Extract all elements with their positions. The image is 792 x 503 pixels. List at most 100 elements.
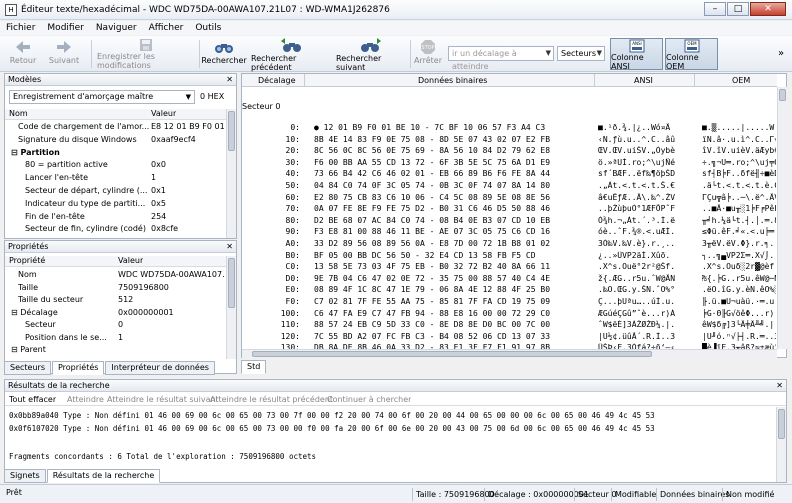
- hex-row-oem[interactable]: ÷.╗¬U═.ro;^\uj╤Θ: [702, 158, 776, 167]
- models-row-value[interactable]: 0x8cfe: [151, 224, 225, 233]
- properties-row-name[interactable]: Taille du secteur: [18, 295, 115, 304]
- hex-row-ansi[interactable]: ž{.ÆG..r5u.ˆW@ÄN: [598, 274, 690, 283]
- menu-afficher[interactable]: Afficher: [143, 23, 190, 33]
- tab-data-interpreter[interactable]: Interpréteur de données: [105, 361, 215, 375]
- hex-row-ansi[interactable]: ..þŽùþuÒ°1ÆFÕPˆF: [598, 204, 690, 213]
- models-row-name[interactable]: 80 = partition active: [25, 160, 149, 169]
- search-button[interactable]: Rechercher: [201, 38, 247, 70]
- hex-row-bytes[interactable]: 9E 7B 04 C6 47 02 0E 72 - 35 75 00 88 57…: [314, 274, 592, 283]
- models-row-value[interactable]: 254: [151, 212, 225, 221]
- hex-row-ansi[interactable]: .‰O.ŒG.y.ŠN.ˆO%°: [598, 285, 690, 294]
- toolbar-overflow-button[interactable]: »: [778, 48, 784, 59]
- hex-row-oem[interactable]: ╥╛h.¼ä└t.┤.│.═.δ: [702, 216, 776, 225]
- hex-row-oem[interactable]: ╟.ü.■U¬uàü.·═.u.: [702, 297, 776, 306]
- models-row-name[interactable]: Fin de l'en-tête: [25, 212, 149, 221]
- models-scrollbar[interactable]: [226, 109, 236, 238]
- properties-row-value[interactable]: 0x000000001: [118, 308, 225, 317]
- menu-fichier[interactable]: Fichier: [0, 23, 41, 33]
- properties-row-name[interactable]: ⊟ Décalage: [11, 308, 115, 317]
- hex-row-ansi[interactable]: ŒV.ŒV.uiŠV.„Òybè: [598, 146, 690, 155]
- continue-search-button[interactable]: Continuer à chercher: [327, 395, 411, 404]
- hex-row-bytes[interactable]: 0A 07 FE 8E F9 FE 75 D2 - B0 31 C6 46 D5…: [314, 204, 592, 213]
- models-row-name[interactable]: Secteur de fin, cylindre (codé): [25, 224, 149, 233]
- hex-row-oem[interactable]: ΓÇu╦â╞..─\.ë^.ÄV: [702, 193, 776, 202]
- models-row-name[interactable]: Lancer l'en-tête: [25, 173, 149, 182]
- tab-search-results[interactable]: Résultats de la recherche: [46, 469, 161, 483]
- hex-row-bytes[interactable]: 8B 4E 14 83 F9 0E 75 08 - 8D 5E 07 43 02…: [314, 135, 592, 144]
- hex-row-oem[interactable]: ■.▒.....|.....W: [702, 123, 776, 132]
- hex-row-ansi[interactable]: Ò¾h.¬„Àt.´.³.Í.ë: [598, 216, 690, 225]
- hex-row-bytes[interactable]: 33 D2 89 56 08 89 56 0A - E8 7D 00 72 1B…: [314, 239, 592, 248]
- properties-row-value[interactable]: 7509196800: [118, 283, 225, 292]
- hex-row-ansi[interactable]: sf´BÆF..ëf‰¶öþŠD: [598, 169, 690, 178]
- models-row-name[interactable]: Signature du disque Windows: [18, 135, 149, 144]
- hex-row-bytes[interactable]: D2 BE 68 07 AC 84 C0 74 - 08 B4 0E B3 07…: [314, 216, 592, 225]
- hex-row-bytes[interactable]: 73 66 B4 42 C6 46 02 01 - EB 66 89 B6 F6…: [314, 169, 592, 178]
- properties-col-name[interactable]: Propriété: [9, 256, 45, 265]
- units-select[interactable]: Secteurs ▼: [557, 46, 605, 61]
- hex-row-oem[interactable]: ╞G·Θ╟G√öêΦ...r)└: [702, 309, 776, 318]
- hex-horizontal-scrollbar[interactable]: [242, 349, 777, 358]
- hex-row-bytes[interactable]: C7 02 81 7F FE 55 AA 75 - 85 81 7F FA CD…: [314, 297, 592, 306]
- models-col-value[interactable]: Valeur: [151, 109, 176, 118]
- menu-outils[interactable]: Outils: [189, 23, 227, 33]
- hex-row-ansi[interactable]: ˆW$ëÉ]3ÀŽØŽÐ¼.|.: [598, 320, 690, 329]
- models-row-value[interactable]: E8 12 01 B9 F0 01...: [151, 122, 225, 131]
- hex-row-oem[interactable]: êW$δ╔]3└Ä╪Ä╨╝.|.: [702, 320, 776, 329]
- hex-row-bytes[interactable]: 13 58 5E 73 03 4F 75 EB - B0 32 72 B2 40…: [314, 262, 592, 271]
- hex-row-oem[interactable]: ïN.â·.u.ì^.C..Γ√: [702, 135, 776, 144]
- oem-column-toggle[interactable]: OEM Colonne OEM: [665, 38, 718, 71]
- hex-row-oem[interactable]: ₧{.╞G..r5u.êW@─N: [702, 274, 776, 283]
- hex-row-ansi[interactable]: â€uËƒÆ..Ä\.‰^.ŽV: [598, 193, 690, 202]
- hex-row-bytes[interactable]: 8C 56 0C 8C 56 0E 75 69 - 8A 56 10 84 D2…: [314, 146, 592, 155]
- properties-row-name[interactable]: ⊟ Parent: [11, 345, 115, 354]
- close-button[interactable]: ✕: [750, 2, 786, 16]
- tab-std[interactable]: Std: [241, 360, 267, 374]
- hex-row-oem[interactable]: ┐..╗▄VP2Σ═.X√⌡.: [702, 251, 776, 260]
- stop-button[interactable]: STOP Arrêter: [414, 38, 442, 70]
- close-icon[interactable]: ✕: [226, 241, 233, 252]
- hex-row-bytes[interactable]: E2 80 75 CB 83 C6 10 06 - C4 5C 08 89 5E…: [314, 193, 592, 202]
- hex-row-oem[interactable]: ≤Φü.êF.╛«.<.u╞═.: [702, 227, 776, 236]
- result-row-1[interactable]: 0x0bb89a040 Type : Non défini 01 46 00 6…: [9, 411, 655, 420]
- properties-scrollbar[interactable]: [226, 256, 236, 359]
- close-icon[interactable]: ✕: [226, 74, 233, 85]
- hex-col-offset[interactable]: Décalage: [258, 76, 296, 85]
- search-next-button[interactable]: Rechercher suivant: [336, 38, 406, 72]
- models-row-name[interactable]: ⊟ Partition: [11, 148, 149, 157]
- hex-row-oem[interactable]: .ëO.îG.y.èN.êO%░: [702, 285, 776, 294]
- hex-row-bytes[interactable]: F6 00 BB AA 55 CD 13 72 - 6F 3B 5E 5C 75…: [314, 158, 592, 167]
- properties-row-name[interactable]: Position dans le se...: [25, 333, 115, 342]
- properties-row-value[interactable]: WDC WD75DA-00AWA107...: [118, 270, 225, 279]
- models-row-value[interactable]: 1: [151, 173, 225, 182]
- properties-row-value[interactable]: 512: [118, 295, 225, 304]
- clear-all-button[interactable]: Tout effacer: [9, 395, 56, 404]
- hex-row-ansi[interactable]: ‹N.ƒù.u..^.C..âû: [598, 135, 690, 144]
- goto-result-button[interactable]: Atteindre: [67, 395, 104, 404]
- maximize-button[interactable]: □: [727, 2, 749, 16]
- hex-row-bytes[interactable]: BF 05 00 BB DC 56 50 - 32 E4 CD 13 58 FB…: [314, 251, 592, 260]
- models-col-name[interactable]: Nom: [9, 109, 28, 118]
- ansi-column-toggle[interactable]: ANSI Colonne ANSI: [610, 38, 663, 71]
- search-previous-button[interactable]: Rechercher précédent: [251, 38, 331, 72]
- hex-row-oem[interactable]: 3╥ëV.ëV.Φ}.r.╕..: [702, 239, 776, 248]
- template-select[interactable]: Enregistrement d'amorçage maître ▼: [9, 90, 195, 104]
- minimize-button[interactable]: –: [704, 2, 726, 16]
- hex-row-bytes[interactable]: C6 47 FA E9 C7 47 FB 94 - 88 E8 16 00 00…: [314, 309, 592, 318]
- goto-next-result-button[interactable]: Atteindre le résultat suivant: [107, 395, 219, 404]
- hex-row-ansi[interactable]: ö.»ªUÍ.ro;^\ujÑé: [598, 158, 690, 167]
- result-row-2[interactable]: 0x0f6107020 Type : Non défini 01 46 00 6…: [9, 424, 655, 433]
- tab-sectors[interactable]: Secteurs: [4, 361, 51, 375]
- goto-previous-result-button[interactable]: Atteindre le résultat précédent: [210, 395, 333, 404]
- properties-row-name[interactable]: Nom: [18, 270, 115, 279]
- properties-row-name[interactable]: Taille: [18, 283, 115, 292]
- back-button[interactable]: Retour: [8, 38, 38, 70]
- close-icon[interactable]: ✕: [776, 380, 783, 391]
- hex-col-binary[interactable]: Données binaires: [418, 76, 487, 85]
- hex-row-bytes[interactable]: 88 57 24 EB C9 5D 33 C0 - 8E D8 8E D0 BC…: [314, 320, 592, 329]
- hex-vertical-scrollbar[interactable]: [777, 87, 787, 349]
- hex-row-bytes[interactable]: ● 12 01 B9 F0 01 BE 10 - 7C BF 10 06 57 …: [314, 123, 592, 132]
- hex-row-ansi[interactable]: .X^s.Ouë°2r²@Šf.: [598, 262, 690, 271]
- hex-row-ansi[interactable]: Ç...þUªu…..úÍ.u.: [598, 297, 690, 306]
- properties-row-name[interactable]: Secteur: [25, 320, 115, 329]
